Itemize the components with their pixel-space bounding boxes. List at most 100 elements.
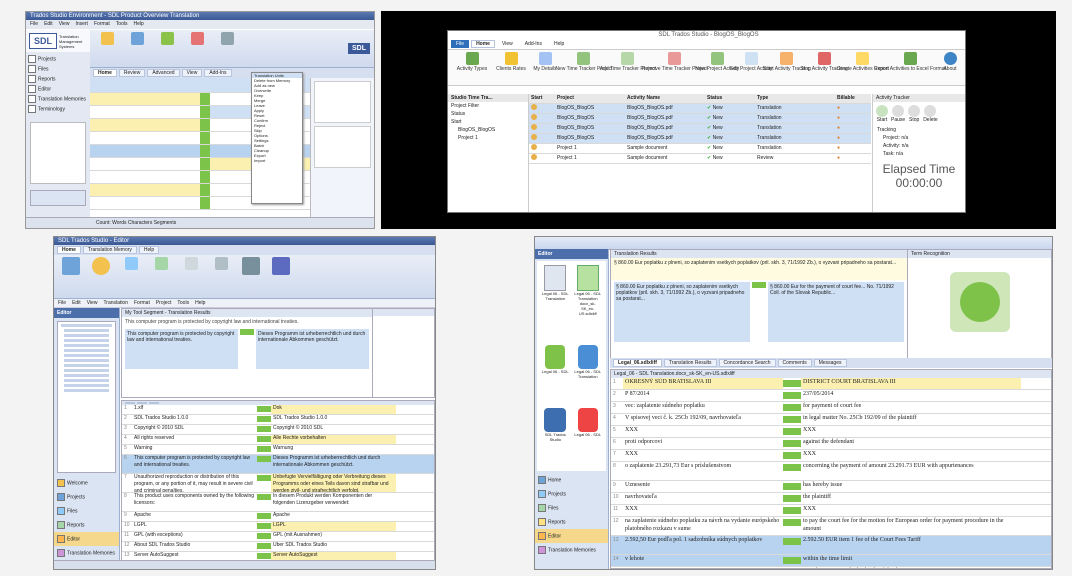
segment-row[interactable]: 7 Unauthorized reproduction or distributi… bbox=[122, 474, 434, 493]
ribbon-button[interactable] bbox=[214, 32, 240, 65]
segment-target[interactable]: Unbefugte Vervielfältigung oder Verbreit… bbox=[271, 474, 396, 492]
segment-target[interactable]: concerning the payment of amount 23.291.… bbox=[801, 462, 1021, 480]
segment-target[interactable]: to pay the court fee for the motion for … bbox=[801, 517, 1021, 535]
segment-row[interactable]: 11 GPL (with exceptions) GPL (mit Ausnahme… bbox=[122, 532, 434, 542]
ribbon-button[interactable]: Stop Activity Tracking bbox=[800, 52, 848, 83]
segment-target[interactable]: DISTRICT COURT BRATISLAVA III bbox=[801, 378, 1021, 389]
file-item[interactable]: Legal 06 - SDL bbox=[574, 408, 603, 467]
ribbon-button[interactable] bbox=[154, 32, 180, 65]
ribbon-button[interactable]: Export Activities to Excel Format bbox=[874, 52, 946, 83]
dropdown-item[interactable]: Import bbox=[252, 158, 302, 163]
segment-row[interactable]: 10 navrhovateľa the plaintiff bbox=[611, 493, 1051, 505]
segment-row[interactable]: 8 o zaplatenie 23.291,73 Eur s príslušens… bbox=[611, 462, 1051, 481]
tree-item[interactable]: Start bbox=[448, 118, 528, 126]
ribbon-button[interactable]: About bbox=[939, 52, 961, 83]
segment-target[interactable]: 237/05/2014 bbox=[801, 390, 1021, 401]
tab[interactable]: Legal_06.sdlxliff bbox=[613, 359, 662, 367]
nav-item-welcome[interactable]: Welcome bbox=[54, 476, 119, 490]
tab-view[interactable]: View bbox=[496, 40, 518, 48]
segment-row[interactable]: 14 v lehote within the time limit bbox=[611, 555, 1051, 567]
segment-target[interactable]: XXX bbox=[801, 426, 1021, 437]
tab[interactable]: Home bbox=[93, 69, 117, 77]
segment-row[interactable]: 13 2.592,50 Eur podľa pol. 1 sadzobníka s… bbox=[611, 536, 1051, 555]
menu-item[interactable]: Help bbox=[133, 21, 143, 28]
nav-item-tm[interactable]: Translation Memories bbox=[535, 543, 608, 557]
segment-target[interactable]: Dok bbox=[271, 405, 396, 414]
sidebar-item[interactable]: Files bbox=[28, 64, 88, 74]
menu-item[interactable]: File bbox=[30, 21, 38, 28]
segment-row[interactable]: 6 proti odporcovi against the defendant bbox=[611, 438, 1051, 450]
activity-row[interactable]: BlogOS_BlogOS BlogOS_BlogOS.pdf ✔ New Trans… bbox=[529, 124, 871, 134]
nav-item-files[interactable]: Files bbox=[54, 504, 119, 518]
nav-item-tm[interactable]: Translation Memories bbox=[54, 546, 119, 560]
segment-row[interactable]: 5 XXX XXX bbox=[611, 426, 1051, 438]
segment-target[interactable]: LGPL bbox=[271, 522, 396, 531]
delete-button[interactable]: Delete bbox=[923, 105, 938, 123]
activity-row[interactable]: BlogOS_BlogOS BlogOS_BlogOS.pdf ✔ New Trans… bbox=[529, 114, 871, 124]
menu-item[interactable]: Format bbox=[94, 21, 110, 28]
menu-item[interactable]: Edit bbox=[72, 300, 81, 306]
ribbon-button[interactable] bbox=[178, 257, 204, 296]
file-item[interactable]: Legal 06 - SDL Translation bbox=[574, 345, 603, 404]
sidebar-search[interactable] bbox=[30, 190, 86, 206]
tab[interactable]: Concordance Search bbox=[718, 359, 776, 367]
segment-row[interactable]: 4 V spisovej veci č. k. 25Cb 192/09, navr… bbox=[611, 414, 1051, 426]
menu-item[interactable]: Translation bbox=[103, 300, 128, 306]
tab[interactable]: Comments bbox=[777, 359, 812, 367]
tab[interactable]: Add-Ins bbox=[204, 69, 232, 77]
tab[interactable]: Advanced bbox=[147, 69, 180, 77]
tree-item[interactable]: Project 1 bbox=[448, 134, 528, 142]
ribbon-button[interactable] bbox=[118, 257, 144, 296]
menu-item[interactable]: View bbox=[59, 21, 70, 28]
segment-row[interactable]: 2 P 87/2014 237/05/2014 bbox=[611, 390, 1051, 402]
stop-button[interactable]: Stop bbox=[908, 105, 921, 123]
nav-item-reports[interactable]: Reports bbox=[535, 515, 608, 529]
ribbon-button[interactable] bbox=[268, 257, 294, 296]
nav-item-editor[interactable]: Editor bbox=[54, 532, 119, 546]
menu-item[interactable]: Tools bbox=[116, 21, 128, 28]
activity-row[interactable]: BlogOS_BlogOS BlogOS_BlogOS.pdf ✔ New Trans… bbox=[529, 104, 871, 114]
sidebar-item[interactable]: Translation Memories bbox=[28, 94, 88, 104]
segment-target[interactable]: Warnung bbox=[271, 445, 396, 454]
ribbon-button[interactable] bbox=[124, 32, 150, 65]
segment-row[interactable]: 3 vec: zaplatenie súdneho poplatku for pay… bbox=[611, 402, 1051, 414]
segment-row[interactable]: 2 SDL Trados Studio 1.0.0 SDL Trados Studi… bbox=[122, 415, 434, 425]
menu-item[interactable]: Tools bbox=[177, 300, 189, 306]
ribbon-button[interactable] bbox=[88, 257, 114, 296]
segment-target[interactable]: XXX bbox=[801, 505, 1021, 516]
pause-button[interactable]: Pause bbox=[891, 105, 905, 123]
ribbon-button[interactable]: Clients Rates bbox=[496, 52, 526, 83]
segment-target[interactable]: against the defendant bbox=[801, 438, 1021, 449]
segment-row[interactable]: 12 About SDL Trados Studio Über SDL Trados… bbox=[122, 542, 434, 552]
segment-row[interactable]: 5 Warning Warnung bbox=[122, 445, 434, 455]
activity-row[interactable]: Project 1 Sample document ✔ New Translation… bbox=[529, 144, 871, 154]
segment-row[interactable]: 6 This computer program is protected by c… bbox=[122, 455, 434, 474]
menu-item[interactable]: Format bbox=[134, 300, 150, 306]
segment-target[interactable]: at its/he margin to the backside of the … bbox=[801, 567, 1021, 568]
segment-target[interactable]: in legal matter No. 25Cb 192/09 of the p… bbox=[801, 414, 1021, 425]
segment-row[interactable]: 9 Apache Apache bbox=[122, 512, 434, 522]
segment-target[interactable]: GPL (mit Ausnahmen) bbox=[271, 532, 396, 541]
segment-row[interactable]: 3 Copyright © 2010 SDL Copyright © 2010 SD… bbox=[122, 425, 434, 435]
tree-item[interactable]: Status bbox=[448, 110, 528, 118]
segment-row[interactable]: 9 Uznesenie has hereby issue bbox=[611, 481, 1051, 493]
ribbon-button[interactable] bbox=[94, 32, 120, 65]
file-item[interactable]: Legal 06 - SDL Translation docx_sk-SK_en… bbox=[574, 265, 603, 341]
ribbon-button[interactable]: New Time Tracker Project bbox=[555, 52, 613, 83]
segment-row[interactable]: 1 OKRESNÝ SÚD BRATISLAVA III DISTRICT COUR… bbox=[611, 378, 1051, 390]
ribbon-button[interactable]: Edit Project Activity bbox=[730, 52, 773, 83]
sidebar-item[interactable]: Terminology bbox=[28, 104, 88, 114]
start-button[interactable]: Start bbox=[876, 105, 888, 123]
segment-row[interactable]: 4 All rights reserved Alle Rechte vorbehal… bbox=[122, 435, 434, 445]
tree-item[interactable]: Project Filter bbox=[448, 102, 528, 110]
tab-home[interactable]: Home bbox=[471, 40, 495, 48]
segment-target[interactable]: XXX bbox=[801, 450, 1021, 461]
ribbon-button[interactable] bbox=[148, 257, 174, 296]
segment-row[interactable]: 8 This product uses components owned by t… bbox=[122, 493, 434, 512]
segment-target[interactable]: SDL Trados Studio 1.0.0 bbox=[271, 415, 396, 424]
menu-item[interactable]: Edit bbox=[44, 21, 53, 28]
segment-target[interactable]: the plaintiff bbox=[801, 493, 1021, 504]
ribbon-button[interactable]: New Project Activity bbox=[695, 52, 739, 83]
segment-target[interactable]: Copyright © 2010 SDL bbox=[271, 425, 396, 434]
sidebar-item[interactable]: Editor bbox=[28, 84, 88, 94]
